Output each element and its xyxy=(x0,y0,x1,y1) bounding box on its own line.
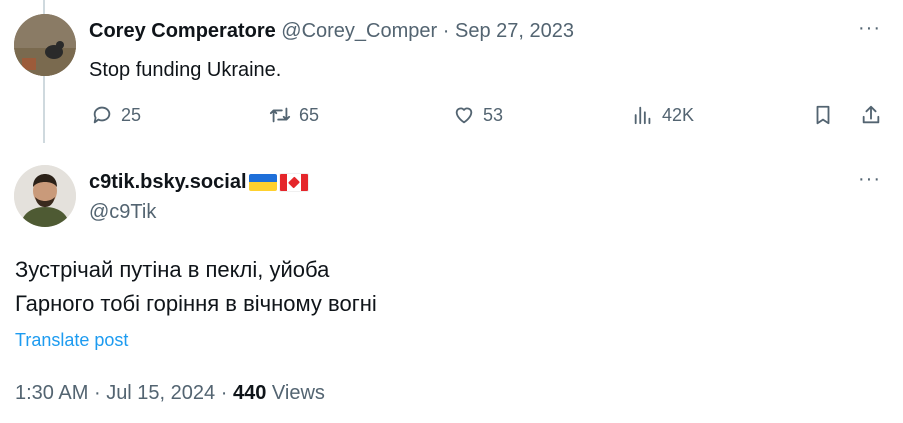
ukraine-flag-icon xyxy=(248,173,277,191)
display-name[interactable]: c9tik.bsky.social xyxy=(89,170,247,194)
tweet-date[interactable]: Sep 27, 2023 xyxy=(455,20,574,42)
post-time[interactable]: 1:30 AM xyxy=(15,382,88,404)
canada-flag-icon xyxy=(278,172,309,192)
separator-dot: · xyxy=(220,382,228,404)
post-date[interactable]: Jul 15, 2024 xyxy=(106,382,215,404)
views-button[interactable]: 42K xyxy=(632,104,694,126)
avatar-photo-icon xyxy=(14,165,76,227)
share-icon xyxy=(862,105,880,124)
views-label: Views xyxy=(271,382,325,404)
separator-dot: · xyxy=(93,382,101,404)
reply-display-name-row: c9tik.bsky.social xyxy=(89,170,309,194)
display-name[interactable]: Corey Comperatore xyxy=(89,20,276,42)
avatar-photo-icon xyxy=(14,14,76,76)
more-options-button[interactable]: ··· xyxy=(858,17,881,40)
views-count: 42K xyxy=(662,104,695,125)
separator-dot: · xyxy=(442,20,450,42)
bookmark-button[interactable] xyxy=(812,104,842,126)
avatar[interactable] xyxy=(14,165,76,227)
more-options-button[interactable]: ··· xyxy=(858,168,881,191)
like-button[interactable]: 53 xyxy=(453,104,503,126)
retweet-icon xyxy=(269,107,291,123)
user-handle[interactable]: @c9Tik xyxy=(89,201,156,224)
retweet-button[interactable]: 65 xyxy=(269,104,319,126)
heart-icon xyxy=(455,107,473,124)
translate-post-link[interactable]: Translate post xyxy=(15,330,128,351)
retweet-count: 65 xyxy=(299,104,320,125)
share-button[interactable] xyxy=(860,104,890,126)
reply-text-line: Зустрічай путіна в пеклі, уйоба xyxy=(15,257,330,282)
analytics-icon xyxy=(634,106,651,125)
tweet-actions-bar: 25 65 53 42K xyxy=(0,104,903,130)
reply-text-line: Гарного тобі горіння в вічному вогні xyxy=(15,291,377,316)
tweet-header: Corey Comperatore @Corey_Comper · Sep 27… xyxy=(89,19,574,43)
reply-button[interactable]: 25 xyxy=(91,104,141,126)
like-count: 53 xyxy=(483,104,504,125)
post-meta: 1:30 AM · Jul 15, 2024 · 440 Views xyxy=(15,382,325,405)
reply-icon xyxy=(93,106,111,124)
user-handle[interactable]: @Corey_Comper xyxy=(281,20,437,42)
views-count[interactable]: 440 xyxy=(233,382,266,404)
reply-count: 25 xyxy=(121,104,142,125)
avatar[interactable] xyxy=(14,14,76,76)
tweet-text: Stop funding Ukraine. xyxy=(89,59,282,81)
bookmark-icon xyxy=(816,105,830,125)
